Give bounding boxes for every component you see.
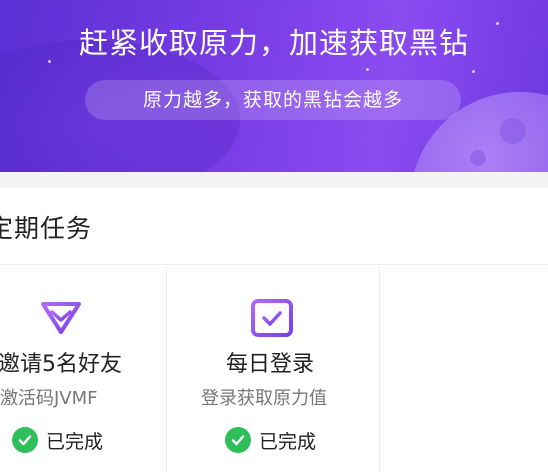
banner-subtitle-pill: 原力越多，获取的黑钻会越多 xyxy=(85,80,461,120)
task-name: 邀请5名好友 xyxy=(0,352,122,377)
task-card-daily-login[interactable]: 每日登录 登录获取原力值 已完成 xyxy=(167,266,379,472)
section-header: 定期任务 xyxy=(0,188,548,265)
task-subtitle: 登录获取原力值 xyxy=(201,388,327,409)
section-gap xyxy=(0,172,548,188)
check-circle-icon xyxy=(225,427,251,453)
task-status: 已完成 xyxy=(12,426,103,454)
task-name: 每日登录 xyxy=(226,352,315,377)
banner-title: 赶紧收取原力，加速获取黑钻 xyxy=(78,26,469,60)
promo-banner: 赶紧收取原力，加速获取黑钻 原力越多，获取的黑钻会越多 xyxy=(0,0,548,172)
task-subtitle: 激活码JVMF xyxy=(0,388,98,409)
task-status-label: 已完成 xyxy=(46,430,104,453)
task-grid: 邀请5名好友 激活码JVMF 已完成 每日登录 登录获取原力值 已完成 xyxy=(0,266,548,472)
task-status: 已完成 xyxy=(225,426,316,454)
check-circle-icon xyxy=(12,427,38,453)
task-status-label: 已完成 xyxy=(259,430,317,453)
diamond-icon xyxy=(37,292,85,340)
card-divider xyxy=(379,266,380,472)
calendar-check-icon xyxy=(248,292,296,340)
section-title: 定期任务 xyxy=(0,214,93,243)
task-card-invite[interactable]: 邀请5名好友 激活码JVMF 已完成 xyxy=(0,266,166,472)
